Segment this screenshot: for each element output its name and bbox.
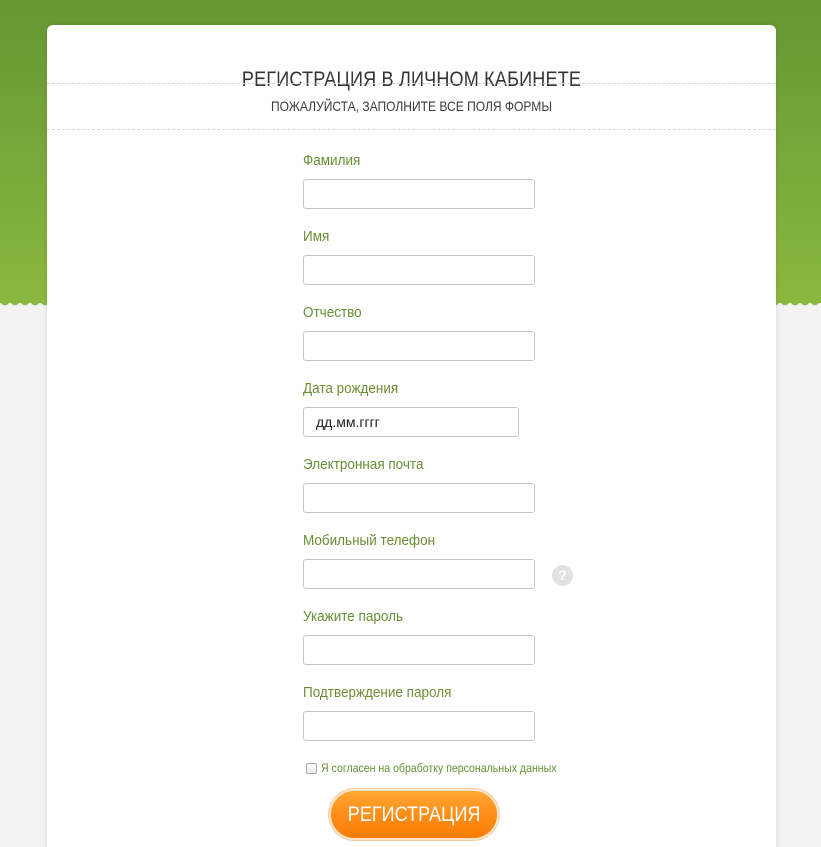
consent-checkbox[interactable] [306, 762, 317, 774]
last-name-label: Фамилия [303, 152, 361, 169]
divider [47, 83, 776, 84]
register-button[interactable]: РЕГИСТРАЦИЯ [329, 789, 499, 840]
email-input[interactable] [303, 483, 535, 513]
page-subtitle: ПОЖАЛУЙСТА, ЗАПОЛНИТЕ ВСЕ ПОЛЯ ФОРМЫ [270, 98, 553, 114]
birth-date-label: Дата рождения [303, 380, 399, 397]
password-label: Укажите пароль [303, 608, 403, 625]
register-button-label: РЕГИСТРАЦИЯ [347, 803, 481, 826]
registration-card: РЕГИСТРАЦИЯ В ЛИЧНОМ КАБИНЕТЕ ПОЖАЛУЙСТА… [47, 25, 776, 847]
divider [47, 129, 776, 130]
consent-row[interactable]: Я согласен на обработку персональных дан… [306, 761, 589, 775]
page-title: РЕГИСТРАЦИЯ В ЛИЧНОМ КАБИНЕТЕ [241, 68, 582, 91]
first-name-label: Имя [303, 228, 330, 245]
birth-date-input[interactable] [303, 407, 519, 437]
first-name-input[interactable] [303, 255, 535, 285]
phone-input[interactable] [303, 559, 535, 589]
consent-label[interactable]: Я согласен на обработку персональных дан… [321, 761, 556, 775]
question-icon[interactable]: ? [552, 565, 573, 586]
patronymic-input[interactable] [303, 331, 535, 361]
password-input[interactable] [303, 635, 535, 665]
password-confirm-input[interactable] [303, 711, 535, 741]
phone-label: Мобильный телефон [303, 532, 436, 549]
patronymic-label: Отчество [303, 304, 362, 321]
password-confirm-label: Подтверждение пароля [303, 684, 452, 701]
email-label: Электронная почта [303, 456, 424, 473]
last-name-input[interactable] [303, 179, 535, 209]
